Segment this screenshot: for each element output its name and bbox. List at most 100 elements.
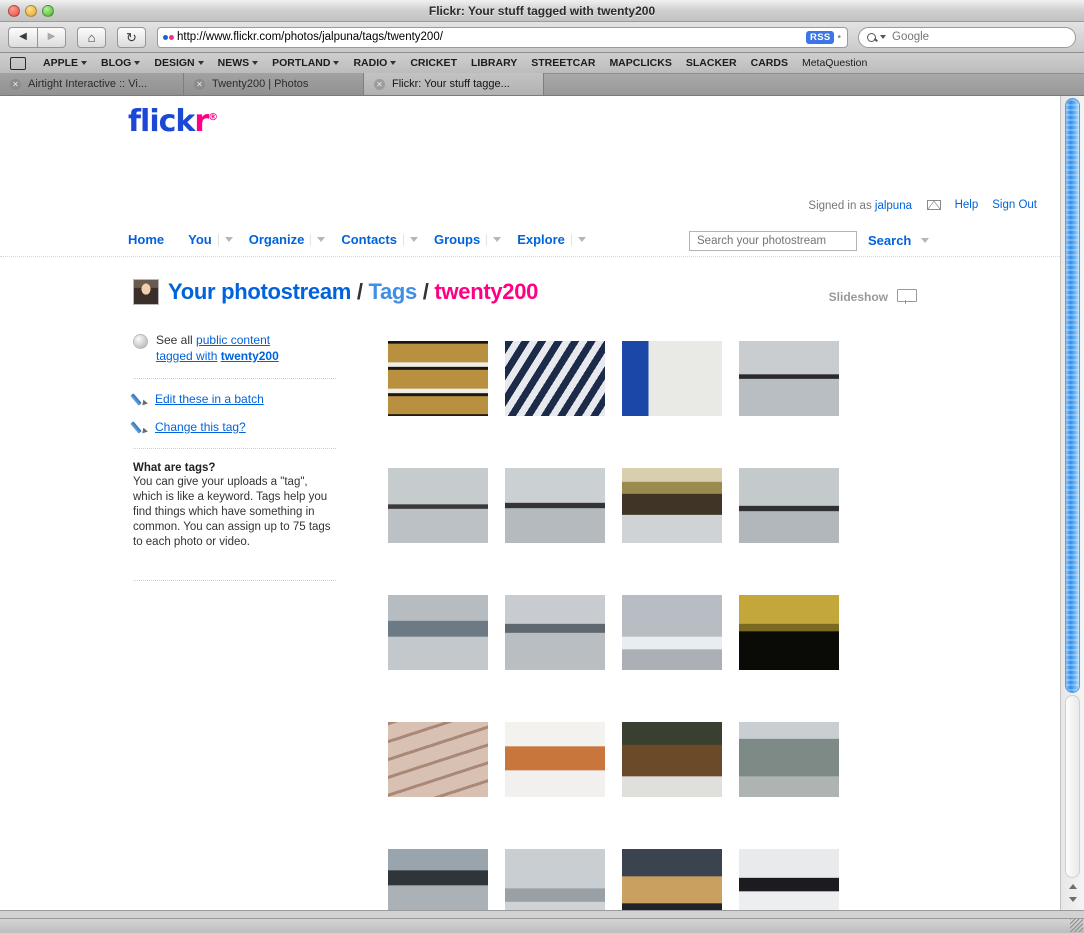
photo-thumbnail[interactable] xyxy=(622,468,722,543)
bookmark-item[interactable]: SLACKER xyxy=(679,57,744,69)
nav-item-home[interactable]: Home xyxy=(128,232,164,247)
rss-badge[interactable]: RSS xyxy=(806,30,835,44)
photo-thumbnail[interactable] xyxy=(505,595,605,670)
edit-batch-row[interactable]: Edit these in a batch xyxy=(133,392,336,406)
photo-thumbnail[interactable] xyxy=(388,722,488,797)
photo-thumbnail[interactable] xyxy=(622,341,722,416)
bookmark-item[interactable]: STREETCAR xyxy=(524,57,602,69)
photo-thumbnail[interactable] xyxy=(739,722,839,797)
photostream-search-box[interactable] xyxy=(689,231,857,251)
chevron-down-icon[interactable] xyxy=(493,237,502,242)
public-content-link[interactable]: public content xyxy=(196,333,270,347)
bookmark-item[interactable]: BLOG xyxy=(94,57,147,69)
browser-search-field[interactable] xyxy=(858,26,1076,48)
zoom-window-button[interactable] xyxy=(42,4,54,17)
nav-button-group: ◀ ▶ xyxy=(8,26,66,48)
photostream-search-input[interactable] xyxy=(695,234,851,248)
flickr-logo[interactable]: flickr® xyxy=(128,104,218,139)
address-bar[interactable]: http://www.flickr.com/photos/jalpuna/tag… xyxy=(157,26,848,48)
breadcrumb-tags[interactable]: Tags xyxy=(368,279,417,304)
photo-thumbnail[interactable] xyxy=(388,595,488,670)
chevron-down-icon[interactable] xyxy=(409,237,418,242)
bookmark-item[interactable]: APPLE xyxy=(36,57,94,69)
book-icon[interactable] xyxy=(10,57,26,70)
divider xyxy=(133,448,336,449)
nav-item-contacts[interactable]: Contacts xyxy=(341,232,397,247)
bookmark-item[interactable]: LIBRARY xyxy=(464,57,524,69)
photo-thumbnail[interactable] xyxy=(505,341,605,416)
scroll-down-icon[interactable] xyxy=(1068,897,1077,902)
nav-item-you[interactable]: You xyxy=(188,232,212,247)
mail-icon[interactable] xyxy=(926,200,941,210)
sign-out-link[interactable]: Sign Out xyxy=(992,199,1037,211)
nav-item-explore[interactable]: Explore xyxy=(517,232,565,247)
signed-in-username[interactable]: jalpuna xyxy=(875,200,912,212)
photo-thumbnail[interactable] xyxy=(739,849,839,910)
bookmark-item[interactable]: NEWS xyxy=(211,57,266,69)
reload-icon: ↻ xyxy=(126,29,137,45)
bookmark-item[interactable]: CARDS xyxy=(744,57,795,69)
scrollbar-track-remainder[interactable] xyxy=(1065,695,1080,878)
photo-thumbnail[interactable] xyxy=(622,595,722,670)
bookmark-item[interactable]: MetaQuestion xyxy=(795,57,874,69)
scroll-up-icon[interactable] xyxy=(1068,884,1077,889)
photo-thumbnail[interactable] xyxy=(622,849,722,910)
bookmark-item[interactable]: CRICKET xyxy=(403,57,464,69)
photo-thumbnail[interactable] xyxy=(388,468,488,543)
chevron-down-icon[interactable] xyxy=(577,237,586,242)
tagged-with-link[interactable]: tagged with xyxy=(156,349,217,363)
minimize-window-button[interactable] xyxy=(25,4,37,17)
close-icon[interactable]: ✕ xyxy=(10,78,21,90)
chevron-down-icon[interactable] xyxy=(224,237,233,242)
search-input[interactable] xyxy=(890,30,1067,44)
bookmark-item[interactable]: DESIGN xyxy=(147,57,210,69)
avatar[interactable] xyxy=(133,279,159,305)
help-link[interactable]: Help xyxy=(955,199,979,211)
reload-button[interactable]: ↻ xyxy=(117,26,146,48)
photo-thumbnail[interactable] xyxy=(505,468,605,543)
photo-thumbnail[interactable] xyxy=(388,341,488,416)
photo-thumbnail[interactable] xyxy=(388,849,488,910)
browser-tab[interactable]: ✕ Twenty200 | Photos xyxy=(184,73,364,95)
close-icon[interactable]: ✕ xyxy=(194,78,205,90)
breadcrumb-photostream[interactable]: Your photostream xyxy=(168,279,351,304)
close-window-button[interactable] xyxy=(8,4,20,17)
nav-item-organize[interactable]: Organize xyxy=(249,232,305,247)
photo-thumbnail[interactable] xyxy=(505,722,605,797)
tab-label: Twenty200 | Photos xyxy=(212,78,309,90)
header-divider xyxy=(0,256,1060,257)
photo-thumbnail[interactable] xyxy=(739,595,839,670)
chevron-down-icon[interactable] xyxy=(921,238,930,243)
photo-thumbnail[interactable] xyxy=(739,341,839,416)
scrollbar-track[interactable] xyxy=(1065,98,1080,878)
page-viewport: flickr® Signed in as jalpuna Help Sign O… xyxy=(0,96,1084,911)
photo-grid xyxy=(388,341,839,910)
change-tag-row[interactable]: Change this tag? xyxy=(133,420,336,434)
chevron-down-icon[interactable] xyxy=(317,237,326,242)
tag-name-link[interactable]: twenty200 xyxy=(221,349,279,363)
bookmark-item[interactable]: MAPCLICKS xyxy=(602,57,678,69)
photo-thumbnail[interactable] xyxy=(622,722,722,797)
flickr-logo-last: r xyxy=(194,104,209,139)
change-tag-link[interactable]: Change this tag? xyxy=(155,420,246,434)
home-button[interactable]: ⌂ xyxy=(77,26,106,48)
slideshow-button[interactable]: Slideshow xyxy=(829,289,917,304)
forward-button[interactable]: ▶ xyxy=(37,26,66,48)
photo-thumbnail[interactable] xyxy=(505,849,605,910)
signed-in-status: Signed in as jalpuna xyxy=(808,200,912,212)
browser-tab-active[interactable]: ✕ Flickr: Your stuff tagge... xyxy=(364,73,544,95)
bookmark-item[interactable]: PORTLAND xyxy=(265,57,346,69)
close-icon[interactable]: ✕ xyxy=(374,78,385,90)
browser-tab[interactable]: ✕ Airtight Interactive :: Vi... xyxy=(0,73,184,95)
photo-thumbnail[interactable] xyxy=(739,468,839,543)
photostream-search-button[interactable]: Search xyxy=(868,233,930,248)
chevron-down-icon[interactable] xyxy=(880,35,886,39)
page-scrollbar[interactable] xyxy=(1060,96,1084,910)
back-button[interactable]: ◀ xyxy=(8,26,37,48)
scrollbar-thumb[interactable] xyxy=(1065,98,1080,693)
bookmark-label: SLACKER xyxy=(685,57,737,69)
edit-batch-link[interactable]: Edit these in a batch xyxy=(155,392,264,406)
nav-item-groups[interactable]: Groups xyxy=(434,232,480,247)
bookmark-item[interactable]: RADIO xyxy=(346,57,403,69)
resize-grip[interactable] xyxy=(1070,919,1083,932)
